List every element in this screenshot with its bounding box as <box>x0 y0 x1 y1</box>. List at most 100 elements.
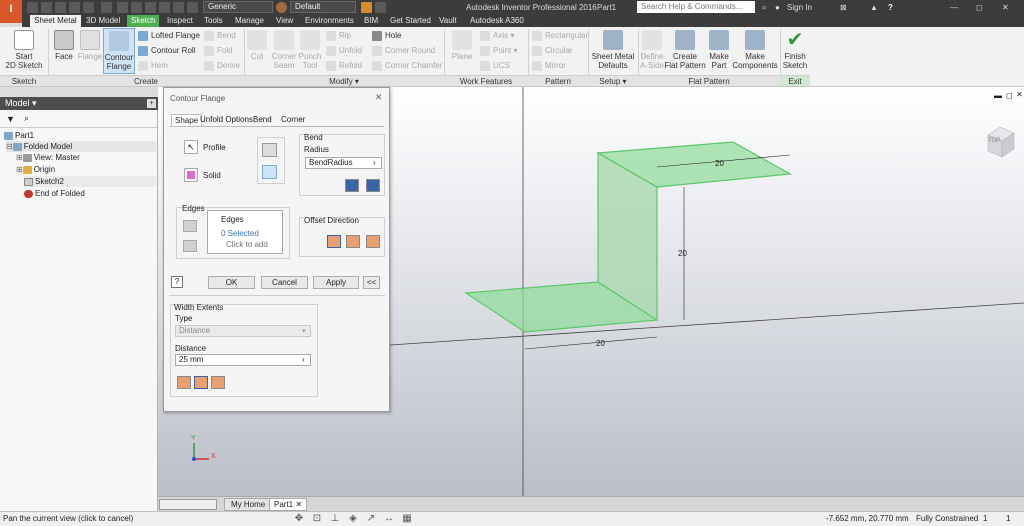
dimension-bottom[interactable]: 20 <box>596 339 605 348</box>
infer-icon[interactable]: ↗ <box>362 512 380 526</box>
refold-button[interactable]: Refold <box>326 61 362 71</box>
tab-tools[interactable]: Tools <box>200 15 227 27</box>
extent-symmetric-icon[interactable] <box>211 376 225 389</box>
point-button[interactable]: Point ▾ <box>480 46 517 56</box>
offset-side1-icon[interactable] <box>327 235 341 248</box>
sheet-metal-defaults-button[interactable]: Sheet Metal Defaults <box>590 30 636 70</box>
home-icon[interactable] <box>101 2 112 13</box>
bend-button[interactable]: Bend <box>204 31 236 41</box>
function-icon[interactable] <box>361 2 372 13</box>
look-icon[interactable]: ⊡ <box>308 512 326 526</box>
extent-side1-icon[interactable] <box>177 376 191 389</box>
inventor-logo-icon[interactable]: I <box>0 0 22 23</box>
rectangular-pattern-button[interactable]: Rectangular <box>532 31 588 41</box>
flange-button[interactable]: Flange <box>77 30 103 61</box>
rip-button[interactable]: Rip <box>326 31 351 41</box>
viewcube-label[interactable]: TOP <box>988 138 1000 144</box>
contour-roll-button[interactable]: Contour Roll <box>138 46 195 56</box>
cut-button[interactable]: Cut <box>246 30 268 61</box>
user-icon[interactable]: ● <box>775 1 780 14</box>
ok-button[interactable]: OK <box>208 276 255 289</box>
derive-button[interactable]: Derive <box>204 61 240 71</box>
update-icon[interactable] <box>173 2 184 13</box>
ucs-button[interactable]: UCS <box>480 61 510 71</box>
finish-sketch-button[interactable]: ✔ Finish Sketch <box>782 30 808 70</box>
viewport-close-icon[interactable]: ✕ <box>1016 90 1023 99</box>
axis-button[interactable]: Axis ▾ <box>480 31 514 41</box>
apply-button[interactable]: Apply <box>313 276 359 289</box>
add-panel-icon[interactable]: + <box>147 99 156 108</box>
tab-manage[interactable]: Manage <box>231 15 268 27</box>
define-a-side-button[interactable]: Define A-Side <box>638 30 666 70</box>
edge-mode-icon[interactable] <box>183 220 197 232</box>
find-icon[interactable]: ⌕ <box>24 113 29 124</box>
mirror-button[interactable]: Mirror <box>532 61 566 71</box>
tab-get-started[interactable]: Get Started <box>386 15 435 27</box>
more-button[interactable]: << <box>363 276 380 289</box>
tab-vault[interactable]: Vault <box>435 15 461 27</box>
offset-symmetric-icon[interactable] <box>366 235 380 248</box>
unfold-button[interactable]: Unfold <box>326 46 362 56</box>
viewport-minimize-icon[interactable]: ▬ <box>994 91 1002 100</box>
exchange-icon[interactable]: ⊠ <box>840 1 847 14</box>
material-icon[interactable] <box>276 2 287 13</box>
hem-button[interactable]: Hem <box>138 61 168 71</box>
distance-arrow-icon[interactable]: › <box>302 355 305 364</box>
make-part-button[interactable]: Make Part <box>706 30 732 70</box>
tab-sheet-metal[interactable]: Sheet Metal <box>30 15 81 27</box>
plane-button[interactable]: Plane <box>448 30 476 61</box>
properties-icon[interactable] <box>187 2 198 13</box>
viewport-restore-icon[interactable]: ◻ <box>1006 91 1013 100</box>
tree-item-part1[interactable]: Part1 <box>4 130 34 141</box>
style-combo[interactable]: Default <box>290 1 356 13</box>
help-icon[interactable]: ? <box>888 1 893 14</box>
create-flat-pattern-button[interactable]: Create Flat Pattern <box>664 30 706 70</box>
help-icon[interactable]: ? <box>171 276 183 288</box>
model-browser-header[interactable]: Model ▾ <box>0 97 158 110</box>
dimension-vertical[interactable]: 20 <box>678 249 687 258</box>
face-button[interactable]: Face <box>52 30 76 61</box>
lofted-flange-button[interactable]: Lofted Flange <box>138 31 200 41</box>
redo-icon[interactable] <box>83 2 94 13</box>
dimension-top[interactable]: 20 <box>715 159 724 168</box>
tab-bend[interactable]: Bend <box>250 114 275 126</box>
sign-in-link[interactable]: Sign In <box>787 1 812 14</box>
maximize-icon[interactable]: ◻ <box>976 1 992 14</box>
search-input[interactable]: Search Help & Commands... <box>637 1 755 13</box>
return-icon[interactable] <box>159 2 170 13</box>
tab-my-home[interactable]: My Home <box>224 498 273 511</box>
bend-extent-alt-icon[interactable] <box>366 179 380 192</box>
tab-close-icon[interactable]: ✕ <box>295 500 302 509</box>
type-select[interactable]: Distance <box>175 325 311 337</box>
tab-sketch[interactable]: Sketch <box>127 15 160 27</box>
dialog-close-icon[interactable]: ✕ <box>375 92 383 103</box>
tab-environments[interactable]: Environments <box>301 15 358 27</box>
radius-field[interactable]: BendRadius <box>305 157 382 169</box>
tab-layout-icons[interactable] <box>159 499 217 510</box>
appearance-combo[interactable]: Generic <box>203 1 273 13</box>
print-icon[interactable] <box>117 2 128 13</box>
make-components-button[interactable]: Make Components <box>732 30 778 70</box>
save-icon[interactable] <box>55 2 66 13</box>
tree-item-folded-model[interactable]: ⊟ Folded Model <box>6 141 156 152</box>
close-icon[interactable]: ✕ <box>1002 1 1018 14</box>
grid-icon[interactable]: ▦ <box>398 512 416 526</box>
bend-extent-icon[interactable] <box>345 179 359 192</box>
tab-unfold-options[interactable]: Unfold Options <box>197 114 256 126</box>
tree-item-end-of-folded[interactable]: End of Folded <box>24 188 85 199</box>
contour-flange-button[interactable]: Contour Flange <box>103 28 135 74</box>
tab-view[interactable]: View <box>272 15 297 27</box>
start-2d-sketch-button[interactable]: Start 2D Sketch <box>4 30 44 70</box>
tab-bim[interactable]: BIM <box>360 15 382 27</box>
a360-icon[interactable]: ▲ <box>870 1 878 14</box>
dimension-icon[interactable]: ↔ <box>380 512 398 526</box>
tab-corner[interactable]: Corner <box>278 114 308 126</box>
constraint-icon[interactable]: ⊥ <box>326 512 344 526</box>
corner-chamfer-button[interactable]: Corner Chamfer <box>372 61 442 71</box>
profile-select-button[interactable]: ↖ <box>184 140 198 154</box>
open-icon[interactable] <box>41 2 52 13</box>
new-icon[interactable] <box>27 2 38 13</box>
distance-field[interactable]: 25 mm <box>175 354 311 366</box>
circular-pattern-button[interactable]: Circular <box>532 46 573 56</box>
tab-autodesk-a360[interactable]: Autodesk A360 <box>466 15 528 27</box>
